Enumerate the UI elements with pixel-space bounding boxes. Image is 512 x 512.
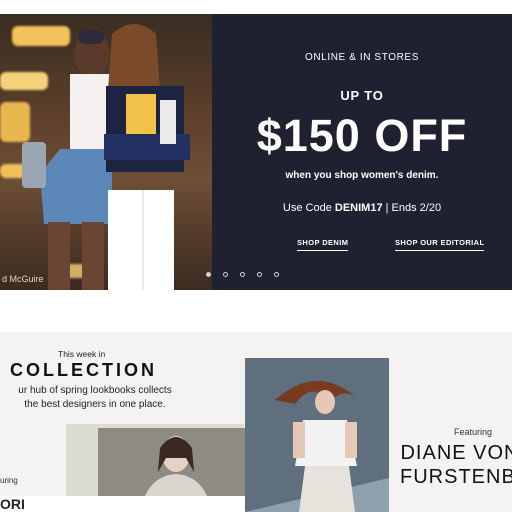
shop-editorial-link[interactable]: SHOP OUR EDITORIAL (395, 238, 485, 251)
hero-copy: ONLINE & IN STORES UP TO $150 OFF when y… (212, 14, 512, 290)
collection-description-line1: ur hub of spring lookbooks collects (18, 385, 172, 396)
designer-photo-illustration (245, 358, 389, 512)
collection-section: This week in COLLECTION ur hub of spring… (0, 332, 512, 512)
featuring-left-label: uring (0, 476, 18, 485)
promo-code-prefix: Use Code (282, 202, 332, 214)
carousel-dot-4[interactable] (257, 272, 262, 277)
photo-credit: d McGuire (2, 274, 44, 284)
designer-name: DIANE VON FURSTENBE (400, 442, 512, 488)
promo-code: DENIM17 (334, 202, 383, 214)
model-portrait-illustration (98, 428, 258, 504)
collection-description-line2: the best designers in one place. (24, 399, 166, 410)
carousel-dot-5[interactable] (274, 272, 279, 277)
hero-photo: d McGuire (0, 14, 212, 290)
promo-code-line: Use Code DENIM17 | Ends 2/20 (212, 202, 512, 214)
hero-up-to: UP TO (340, 88, 384, 103)
carousel-dot-3[interactable] (240, 272, 245, 277)
bottom-bar-text: ORI (0, 496, 25, 512)
model-portrait[interactable] (98, 428, 258, 504)
collection-intro: This week in (58, 349, 106, 359)
carousel-dot-2[interactable] (223, 272, 228, 277)
collection-title: COLLECTION (10, 360, 157, 380)
models-illustration (22, 24, 190, 290)
bottom-bar: ORI (0, 496, 245, 512)
featuring-label: Featuring (454, 427, 493, 437)
collection-description: ur hub of spring lookbooks collects the … (0, 384, 190, 412)
designer-photo[interactable] (245, 358, 389, 512)
carousel-dots (206, 272, 279, 277)
promo-ends: | Ends 2/20 (385, 202, 442, 214)
hero-banner[interactable]: d McGuire ONLINE & IN STORES UP TO $150 … (0, 14, 512, 290)
hero-headline: $150 OFF (256, 110, 468, 161)
carousel-dot-1[interactable] (206, 272, 211, 277)
shop-denim-link[interactable]: SHOP DENIM (297, 238, 349, 251)
hero-subhead: when you shop women's denim. (285, 170, 439, 181)
hero-eyebrow: ONLINE & IN STORES (305, 52, 419, 63)
